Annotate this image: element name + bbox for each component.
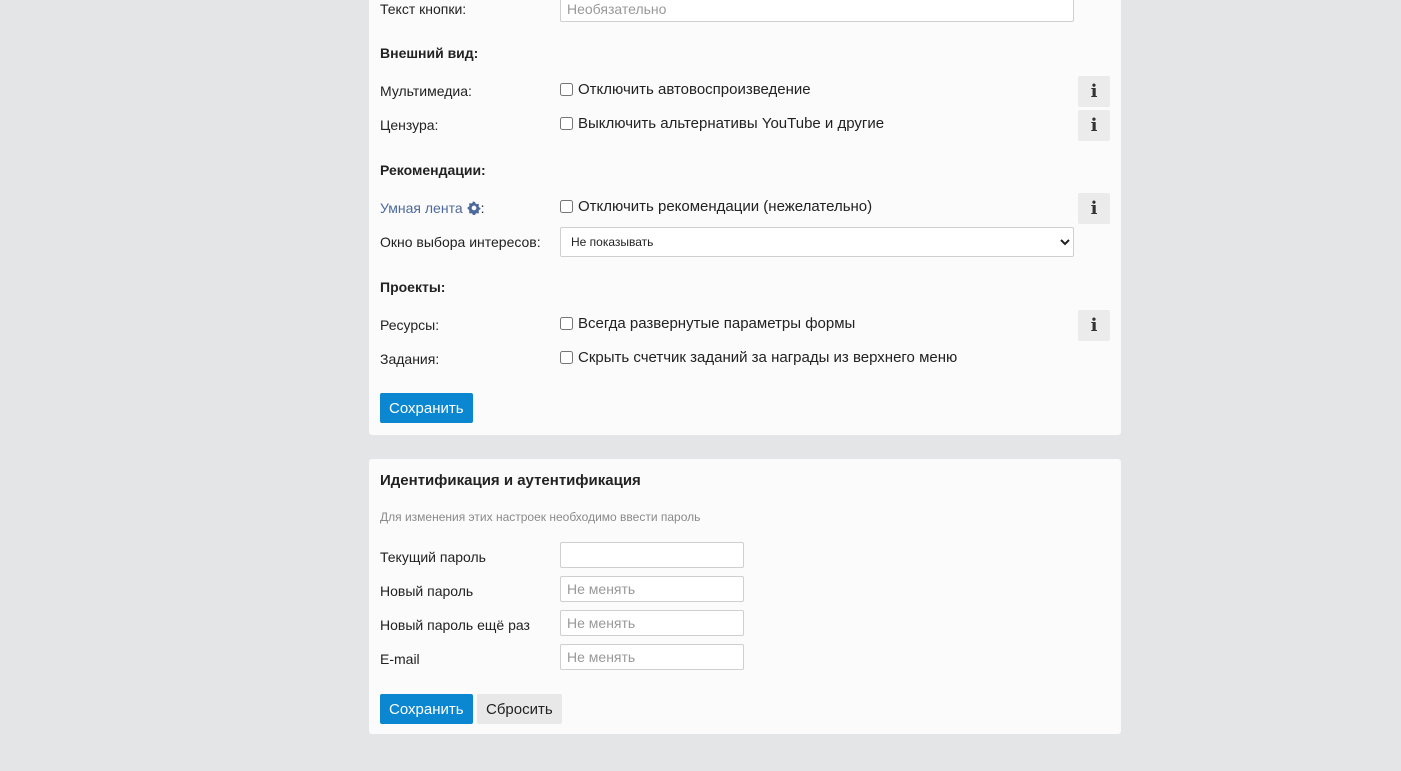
smart-feed-label: Умная лента: (380, 200, 485, 216)
email-input[interactable] (560, 644, 744, 670)
multimedia-info-button[interactable]: i (1078, 76, 1110, 107)
disable-autoplay-checkbox[interactable] (560, 83, 573, 96)
current-password-label: Текущий пароль (380, 549, 486, 565)
interests-window-select[interactable]: Не показывать (560, 227, 1074, 257)
expanded-form-params-checkbox[interactable] (560, 317, 573, 330)
auth-section-title: Идентификация и аутентификация (380, 472, 641, 489)
smart-feed-colon: : (480, 200, 485, 216)
disable-alternatives-checkbox[interactable] (560, 117, 573, 130)
recommendations-info-button[interactable]: i (1078, 193, 1110, 224)
new-password-label: Новый пароль (380, 583, 474, 599)
appearance-section-title: Внешний вид: (380, 45, 479, 61)
repeat-password-label: Новый пароль ещё раз (380, 617, 530, 633)
new-password-input[interactable] (560, 576, 744, 602)
censorship-info-button[interactable]: i (1078, 110, 1110, 141)
hide-task-counter-checkbox[interactable] (560, 351, 573, 364)
disable-recommendations-text: Отключить рекомендации (нежелательно) (578, 198, 873, 215)
repeat-password-input[interactable] (560, 610, 744, 636)
recommendations-section-title: Рекомендации: (380, 162, 486, 178)
interests-window-label: Окно выбора интересов: (380, 234, 541, 250)
email-label: E-mail (380, 651, 420, 667)
settings-save-button[interactable]: Сохранить (380, 393, 473, 423)
auth-hint: Для изменения этих настроек необходимо в… (380, 510, 701, 524)
expanded-form-params-text: Всегда развернутые параметры формы (578, 315, 856, 332)
hide-task-counter-text: Скрыть счетчик заданий за награды из вер… (578, 349, 958, 366)
settings-panel: Текст кнопки: Внешний вид: Мультимедиа: … (369, 0, 1121, 435)
info-icon: i (1090, 198, 1098, 219)
gear-icon[interactable] (467, 201, 481, 215)
info-icon: i (1090, 315, 1098, 336)
auth-panel: Идентификация и аутентификация Для измен… (369, 459, 1121, 734)
expanded-form-params-option[interactable]: Всегда развернутые параметры формы (560, 315, 855, 332)
disable-alternatives-option[interactable]: Выключить альтернативы YouTube и другие (560, 115, 884, 132)
disable-autoplay-text: Отключить автовоспроизведение (578, 81, 811, 98)
disable-recommendations-checkbox[interactable] (560, 200, 573, 213)
auth-reset-button[interactable]: Сбросить (477, 694, 562, 724)
button-text-input[interactable] (560, 0, 1074, 22)
current-password-input[interactable] (560, 542, 744, 568)
disable-recommendations-option[interactable]: Отключить рекомендации (нежелательно) (560, 198, 872, 215)
multimedia-label: Мультимедиа: (380, 83, 472, 99)
hide-task-counter-option[interactable]: Скрыть счетчик заданий за награды из вер… (560, 349, 957, 366)
info-icon: i (1090, 115, 1098, 136)
info-icon: i (1090, 81, 1098, 102)
projects-section-title: Проекты: (380, 279, 446, 295)
resources-label: Ресурсы: (380, 317, 440, 333)
censorship-label: Цензура: (380, 117, 439, 133)
auth-save-button[interactable]: Сохранить (380, 694, 473, 724)
tasks-label: Задания: (380, 351, 440, 367)
smart-feed-link[interactable]: Умная лента (380, 200, 463, 216)
button-text-label: Текст кнопки: (380, 1, 467, 17)
disable-alternatives-text: Выключить альтернативы YouTube и другие (578, 115, 885, 132)
disable-autoplay-option[interactable]: Отключить автовоспроизведение (560, 81, 811, 98)
resources-info-button[interactable]: i (1078, 310, 1110, 341)
